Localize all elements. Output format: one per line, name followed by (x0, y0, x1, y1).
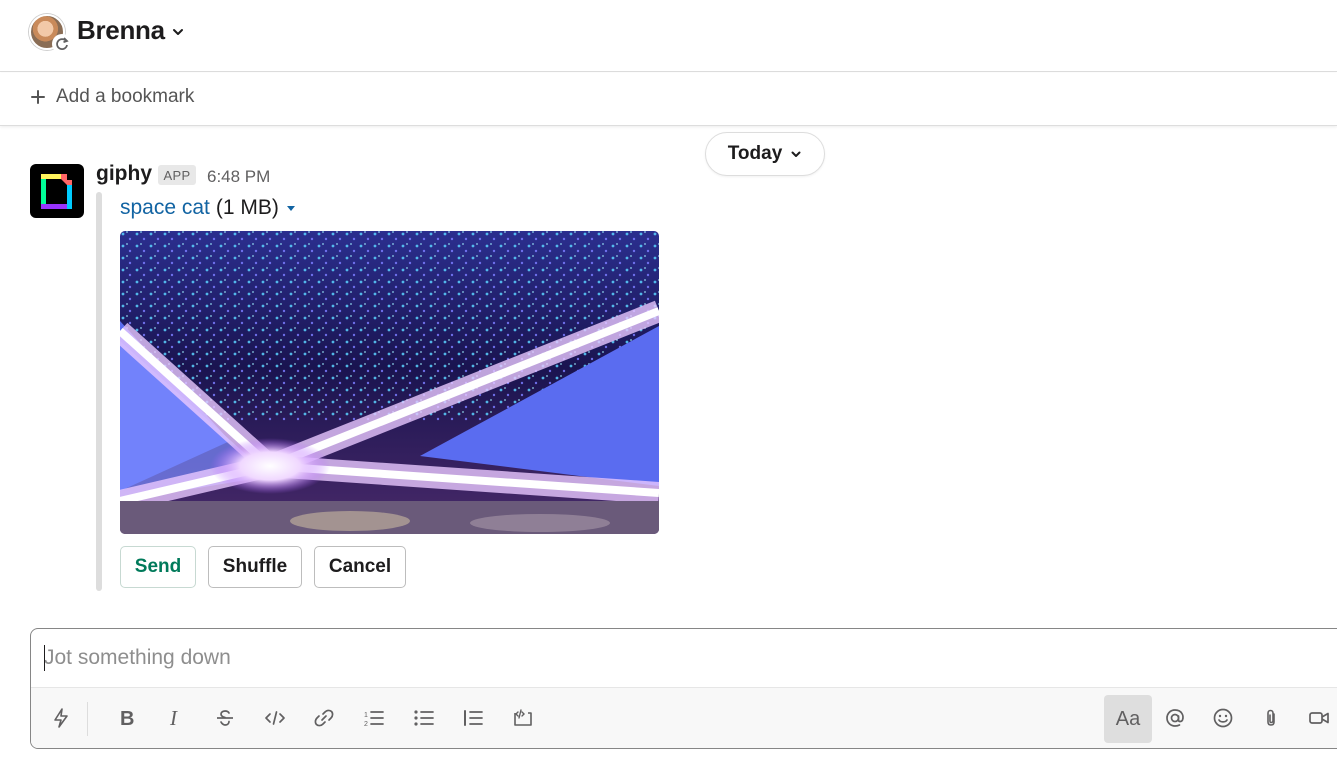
add-bookmark-button[interactable]: Add a bookmark (56, 86, 194, 108)
date-label: Today (727, 143, 783, 164)
italic-icon[interactable]: I (157, 700, 193, 736)
svg-text:1: 1 (364, 712, 368, 719)
bookmark-bar (0, 73, 1337, 126)
app-badge: APP (158, 165, 196, 185)
lightning-icon[interactable] (43, 700, 79, 736)
code-icon[interactable] (257, 700, 293, 736)
attachment-rule (96, 192, 102, 591)
status-sync-icon (52, 34, 72, 54)
shuffle-button[interactable]: Shuffle (208, 546, 302, 588)
strikethrough-icon[interactable] (207, 700, 243, 736)
emoji-icon[interactable] (1205, 700, 1241, 736)
svg-text:2: 2 (364, 721, 368, 728)
message-sender[interactable]: giphy (96, 162, 152, 186)
link-icon[interactable] (306, 700, 342, 736)
message-input[interactable] (31, 629, 1337, 687)
giphy-logo[interactable] (30, 164, 84, 218)
date-divider-button[interactable]: Today (705, 132, 825, 176)
caret-down-icon[interactable] (285, 203, 297, 213)
svg-text:I: I (169, 707, 178, 729)
channel-header: Brenna (0, 0, 1337, 72)
code-block-icon[interactable] (505, 700, 541, 736)
file-name-link[interactable]: space cat (120, 196, 210, 220)
message-timestamp[interactable]: 6:48 PM (207, 167, 270, 187)
plus-icon[interactable] (30, 89, 46, 105)
svg-text:B: B (120, 708, 134, 729)
chevron-down-icon (791, 151, 801, 157)
chevron-down-icon[interactable] (170, 24, 186, 40)
toolbar-divider (87, 702, 88, 736)
cancel-button[interactable]: Cancel (314, 546, 406, 588)
paperclip-icon[interactable] (1253, 700, 1289, 736)
video-icon[interactable] (1301, 700, 1337, 736)
at-icon[interactable] (1157, 700, 1193, 736)
send-button[interactable]: Send (120, 546, 196, 588)
formatting-toolbar: B I 12 Aa (31, 687, 1337, 748)
message-composer: B I 12 Aa (30, 628, 1337, 749)
bulleted-list-icon[interactable] (406, 700, 442, 736)
gif-preview[interactable] (120, 231, 659, 534)
attachment-title: space cat (1 MB) (120, 196, 297, 220)
ordered-list-icon[interactable]: 12 (356, 700, 392, 736)
file-size: (1 MB) (215, 196, 279, 219)
channel-name[interactable]: Brenna (77, 15, 165, 46)
bold-icon[interactable]: B (108, 700, 144, 736)
text-formatting-toggle[interactable]: Aa (1104, 695, 1152, 743)
text-caret (44, 645, 45, 671)
blockquote-icon[interactable] (455, 700, 491, 736)
